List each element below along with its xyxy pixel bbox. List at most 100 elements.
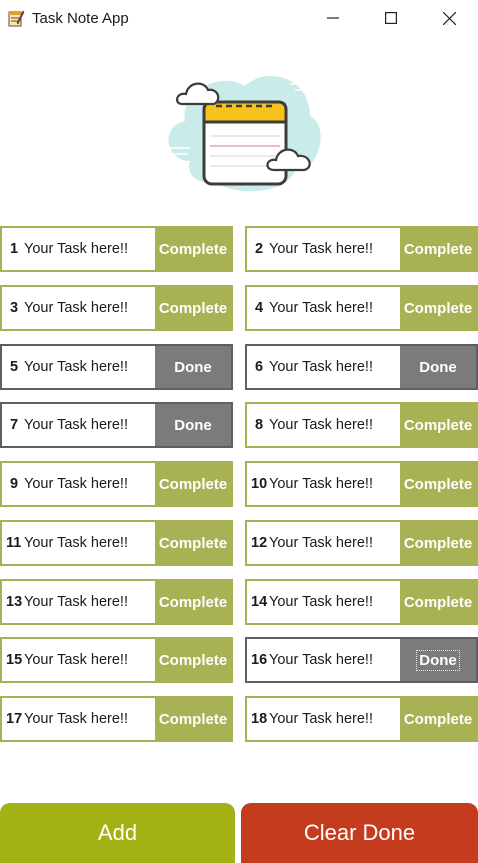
task-text: Your Task here!!	[269, 300, 373, 316]
task-text-field[interactable]: 15 Your Task here!!	[2, 639, 155, 681]
task-card: 7 Your Task here!! Done	[0, 402, 233, 448]
task-text-field[interactable]: 6 Your Task here!!	[247, 346, 400, 388]
task-button-label: Complete	[158, 593, 228, 611]
complete-button[interactable]: Complete	[400, 522, 476, 564]
complete-button[interactable]: Complete	[155, 698, 231, 740]
task-card: 3 Your Task here!! Complete	[0, 285, 233, 331]
task-number: 10	[251, 476, 268, 492]
task-card: 14 Your Task here!! Complete	[245, 579, 478, 625]
task-number: 13	[6, 594, 23, 610]
task-number: 4	[255, 300, 264, 316]
task-text: Your Task here!!	[24, 417, 128, 433]
complete-button[interactable]: Complete	[155, 639, 231, 681]
complete-button[interactable]: Complete	[155, 287, 231, 329]
task-text-field[interactable]: 3 Your Task here!!	[2, 287, 155, 329]
task-text: Your Task here!!	[269, 594, 373, 610]
task-button-label: Done	[174, 358, 212, 376]
task-number: 14	[251, 594, 268, 610]
task-text: Your Task here!!	[24, 241, 128, 257]
task-button-label: Complete	[403, 534, 473, 552]
complete-button[interactable]: Complete	[400, 404, 476, 446]
task-card: 6 Your Task here!! Done	[245, 344, 478, 390]
done-button[interactable]: Done	[400, 346, 476, 388]
task-text-field[interactable]: 14 Your Task here!!	[247, 581, 400, 623]
task-button-label: Complete	[403, 593, 473, 611]
task-card: 15 Your Task here!! Complete	[0, 637, 233, 683]
task-card: 2 Your Task here!! Complete	[245, 226, 478, 272]
add-button[interactable]: Add	[0, 803, 235, 863]
complete-button[interactable]: Complete	[400, 463, 476, 505]
window-title: Task Note App	[32, 10, 129, 27]
complete-button[interactable]: Complete	[400, 287, 476, 329]
task-number: 16	[251, 652, 268, 668]
task-text-field[interactable]: 16 Your Task here!!	[247, 639, 400, 681]
done-button[interactable]: Done	[155, 346, 231, 388]
task-text-field[interactable]: 17 Your Task here!!	[2, 698, 155, 740]
complete-button[interactable]: Complete	[400, 581, 476, 623]
task-text: Your Task here!!	[269, 417, 373, 433]
task-text: Your Task here!!	[269, 535, 373, 551]
task-text-field[interactable]: 8 Your Task here!!	[247, 404, 400, 446]
task-text: Your Task here!!	[269, 711, 373, 727]
task-button-label: Complete	[158, 299, 228, 317]
task-number: 12	[251, 535, 268, 551]
task-card: 16 Your Task here!! Done	[245, 637, 478, 683]
task-text-field[interactable]: 9 Your Task here!!	[2, 463, 155, 505]
task-number: 18	[251, 711, 268, 727]
task-number: 5	[10, 359, 19, 375]
task-text: Your Task here!!	[24, 535, 128, 551]
title-bar: Task Note App	[0, 0, 478, 36]
notepad-icon	[7, 9, 25, 27]
task-text: Your Task here!!	[24, 652, 128, 668]
task-number: 15	[6, 652, 23, 668]
done-button[interactable]: Done	[155, 404, 231, 446]
task-text-field[interactable]: 13 Your Task here!!	[2, 581, 155, 623]
complete-button[interactable]: Complete	[155, 463, 231, 505]
task-text-field[interactable]: 12 Your Task here!!	[247, 522, 400, 564]
minimize-icon[interactable]	[310, 0, 356, 36]
complete-button[interactable]: Complete	[155, 228, 231, 270]
task-button-label: Done	[174, 416, 212, 434]
complete-button[interactable]: Complete	[155, 581, 231, 623]
task-text-field[interactable]: 10 Your Task here!!	[247, 463, 400, 505]
task-card: 13 Your Task here!! Complete	[0, 579, 233, 625]
task-card: 11 Your Task here!! Complete	[0, 520, 233, 566]
task-button-label: Done	[419, 358, 457, 376]
task-card: 18 Your Task here!! Complete	[245, 696, 478, 742]
close-icon[interactable]	[426, 0, 472, 36]
task-card: 4 Your Task here!! Complete	[245, 285, 478, 331]
task-number: 1	[10, 241, 19, 257]
task-text: Your Task here!!	[269, 652, 373, 668]
task-text: Your Task here!!	[269, 359, 373, 375]
task-text-field[interactable]: 2 Your Task here!!	[247, 228, 400, 270]
task-card: 10 Your Task here!! Complete	[245, 461, 478, 507]
task-button-label: Complete	[158, 710, 228, 728]
task-button-label: Complete	[403, 710, 473, 728]
task-text-field[interactable]: 5 Your Task here!!	[2, 346, 155, 388]
complete-button[interactable]: Complete	[155, 522, 231, 564]
task-text: Your Task here!!	[24, 476, 128, 492]
task-button-label: Complete	[403, 475, 473, 493]
task-button-label: Complete	[158, 240, 228, 258]
complete-button[interactable]: Complete	[400, 698, 476, 740]
task-button-label: Complete	[158, 475, 228, 493]
task-number: 17	[6, 711, 23, 727]
task-button-label: Complete	[403, 299, 473, 317]
task-number: 8	[255, 417, 264, 433]
task-text: Your Task here!!	[24, 300, 128, 316]
task-text: Your Task here!!	[24, 359, 128, 375]
task-text-field[interactable]: 1 Your Task here!!	[2, 228, 155, 270]
task-button-label: Complete	[158, 651, 228, 669]
task-card: 9 Your Task here!! Complete	[0, 461, 233, 507]
done-button[interactable]: Done	[400, 639, 476, 681]
task-text-field[interactable]: 7 Your Task here!!	[2, 404, 155, 446]
task-card: 17 Your Task here!! Complete	[0, 696, 233, 742]
task-text-field[interactable]: 4 Your Task here!!	[247, 287, 400, 329]
task-text-field[interactable]: 18 Your Task here!!	[247, 698, 400, 740]
task-number: 11	[6, 535, 22, 551]
clear-done-button[interactable]: Clear Done	[241, 803, 478, 863]
task-text: Your Task here!!	[24, 594, 128, 610]
maximize-icon[interactable]	[368, 0, 414, 36]
complete-button[interactable]: Complete	[400, 228, 476, 270]
task-text-field[interactable]: 11 Your Task here!!	[2, 522, 155, 564]
